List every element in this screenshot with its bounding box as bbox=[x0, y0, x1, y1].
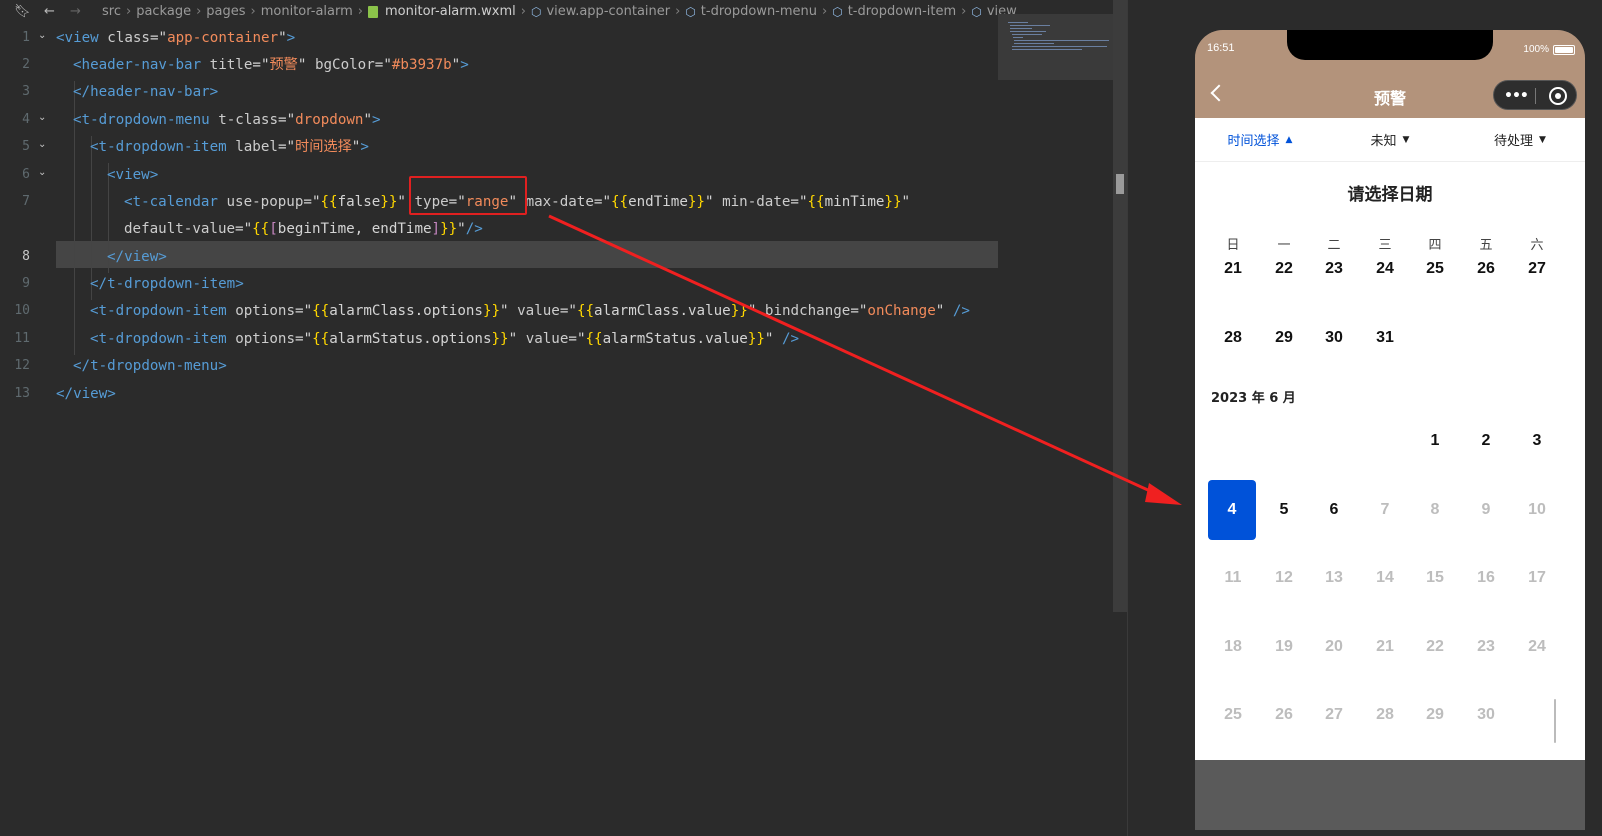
arrow-head bbox=[1145, 483, 1182, 505]
annotation-arrow bbox=[548, 214, 1182, 505]
arrow-shaft bbox=[548, 214, 1162, 498]
